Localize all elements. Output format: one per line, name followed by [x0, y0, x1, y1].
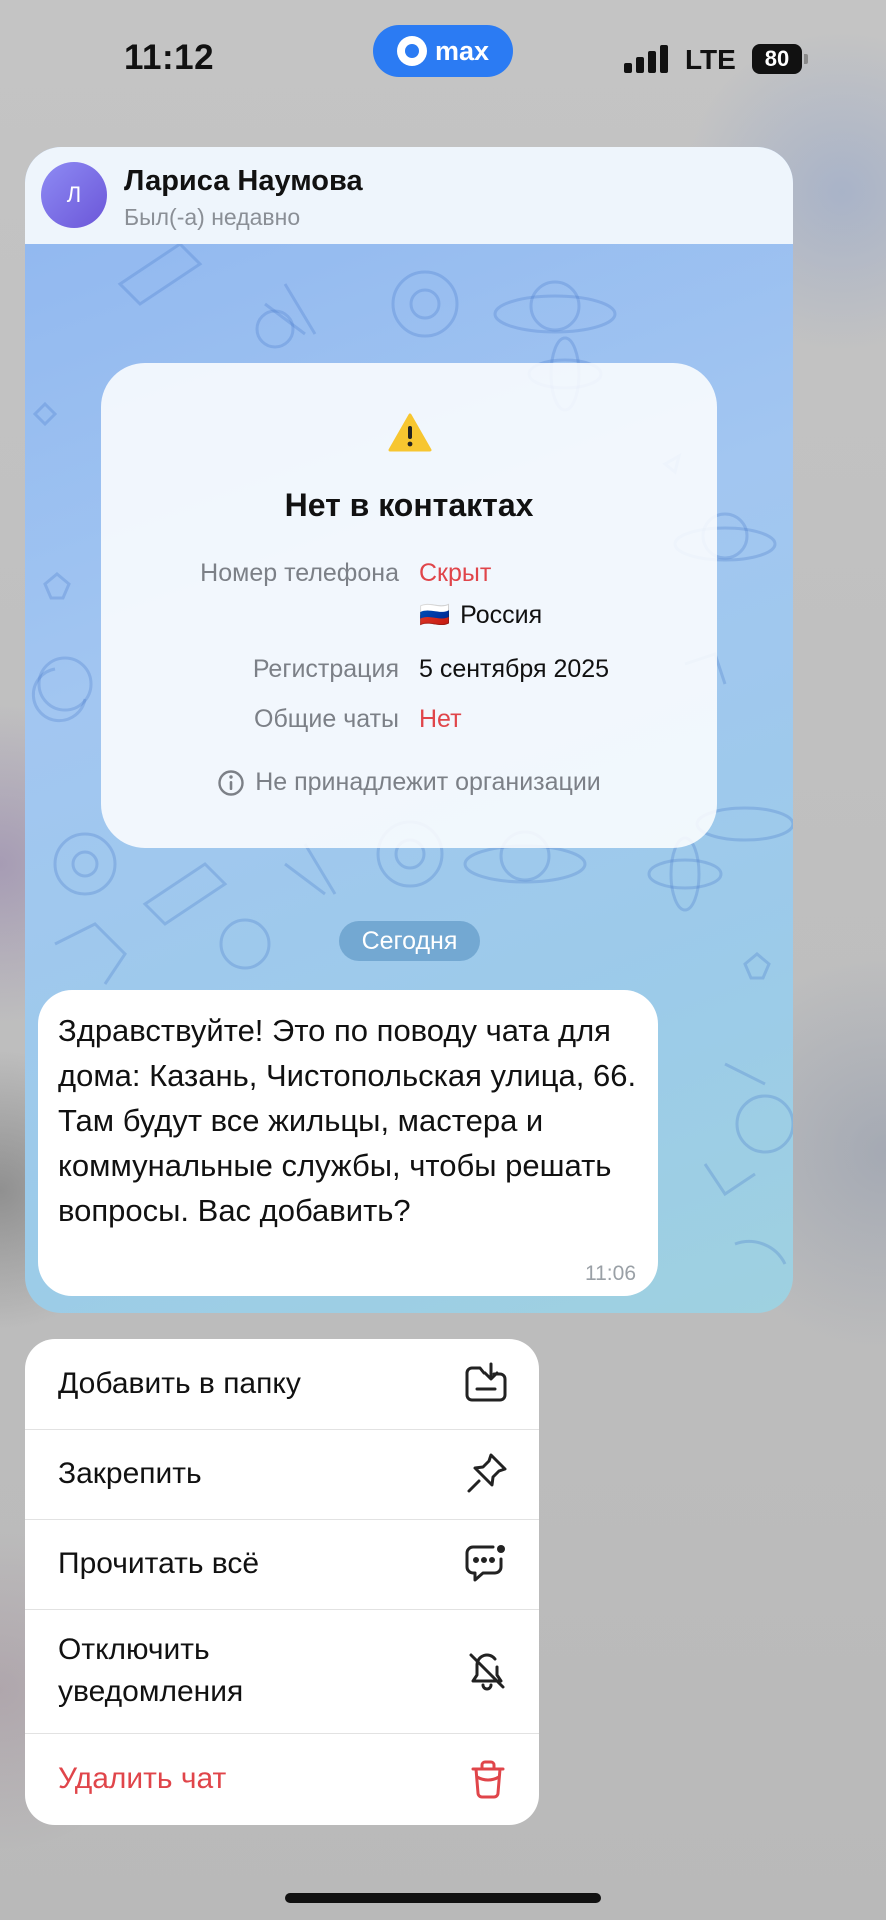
- phone-value: Скрыт: [419, 559, 492, 587]
- warning-icon: [388, 413, 432, 452]
- mute-label-line2: уведомления: [58, 1675, 244, 1708]
- org-note: Не принадлежит организации: [101, 768, 717, 797]
- contact-status: Был(-а) недавно: [124, 204, 301, 230]
- max-logo-icon: [396, 36, 427, 66]
- mute-label-line1: Отключить: [58, 1633, 210, 1666]
- cellular-signal-icon: [624, 45, 668, 73]
- max-badge-label: max: [434, 35, 490, 66]
- menu-item-delete-chat[interactable]: Удалить чат: [25, 1733, 539, 1825]
- info-card-title: Нет в контактах: [284, 487, 534, 523]
- message-bubble[interactable]: Здравствуйте! Это по поводу чата для дом…: [38, 990, 658, 1296]
- russia-flag-icon: 🇷🇺: [419, 601, 451, 629]
- avatar: Л: [41, 162, 107, 228]
- network-type: LTE: [685, 44, 736, 75]
- home-indicator[interactable]: [285, 1893, 601, 1903]
- phone-label: Номер телефона: [200, 559, 399, 587]
- message-text: Здравствуйте! Это по поводу чата для дом…: [58, 1013, 637, 1228]
- registration-label: Регистрация: [252, 655, 399, 683]
- country-row: 🇷🇺 Россия: [419, 601, 542, 630]
- status-time: 11:12: [124, 38, 215, 77]
- message-time: 11:06: [585, 1262, 636, 1285]
- menu-item-mute[interactable]: Отключить уведомления: [25, 1609, 539, 1734]
- menu-item-pin[interactable]: Закрепить: [25, 1429, 539, 1520]
- menu-item-label: Прочитать всё: [58, 1547, 260, 1580]
- menu-item-read-all[interactable]: Прочитать всё: [25, 1519, 539, 1610]
- trash-icon: [471, 1760, 505, 1799]
- chat-preview[interactable]: Л Лариса Наумова Был(-а) недавно Нет в к…: [25, 147, 793, 1313]
- date-separator: Сегодня: [339, 921, 480, 961]
- pin-icon: [467, 1453, 507, 1493]
- info-icon: [218, 769, 244, 796]
- chat-context-menu: Добавить в папку Закрепить Прочитать всё…: [25, 1339, 539, 1825]
- menu-item-label: Удалить чат: [58, 1762, 227, 1795]
- country-value: Россия: [460, 601, 543, 629]
- org-note-text: Не принадлежит организации: [255, 768, 601, 796]
- menu-item-add-to-folder[interactable]: Добавить в папку: [25, 1339, 539, 1430]
- bell-off-icon: [469, 1653, 505, 1691]
- folder-download-icon: [465, 1362, 507, 1402]
- common-chats-value: Нет: [419, 705, 462, 733]
- registration-value: 5 сентября 2025: [419, 655, 610, 683]
- contact-name: Лариса Наумова: [124, 165, 363, 197]
- common-chats-label: Общие чаты: [254, 705, 399, 733]
- battery-level: 80: [764, 46, 790, 71]
- avatar-letter: Л: [66, 182, 82, 207]
- max-app-badge[interactable]: max: [373, 25, 513, 77]
- menu-item-label: Отключить уведомления: [58, 1629, 243, 1713]
- not-in-contacts-card: Нет в контактах Номер телефона Скрыт 🇷🇺 …: [101, 363, 717, 848]
- menu-item-label: Закрепить: [58, 1457, 202, 1490]
- battery-icon: 80: [752, 44, 808, 74]
- menu-item-label: Добавить в папку: [58, 1367, 301, 1400]
- chat-read-icon: [465, 1545, 505, 1582]
- chat-header[interactable]: Л Лариса Наумова Был(-а) недавно: [25, 147, 793, 244]
